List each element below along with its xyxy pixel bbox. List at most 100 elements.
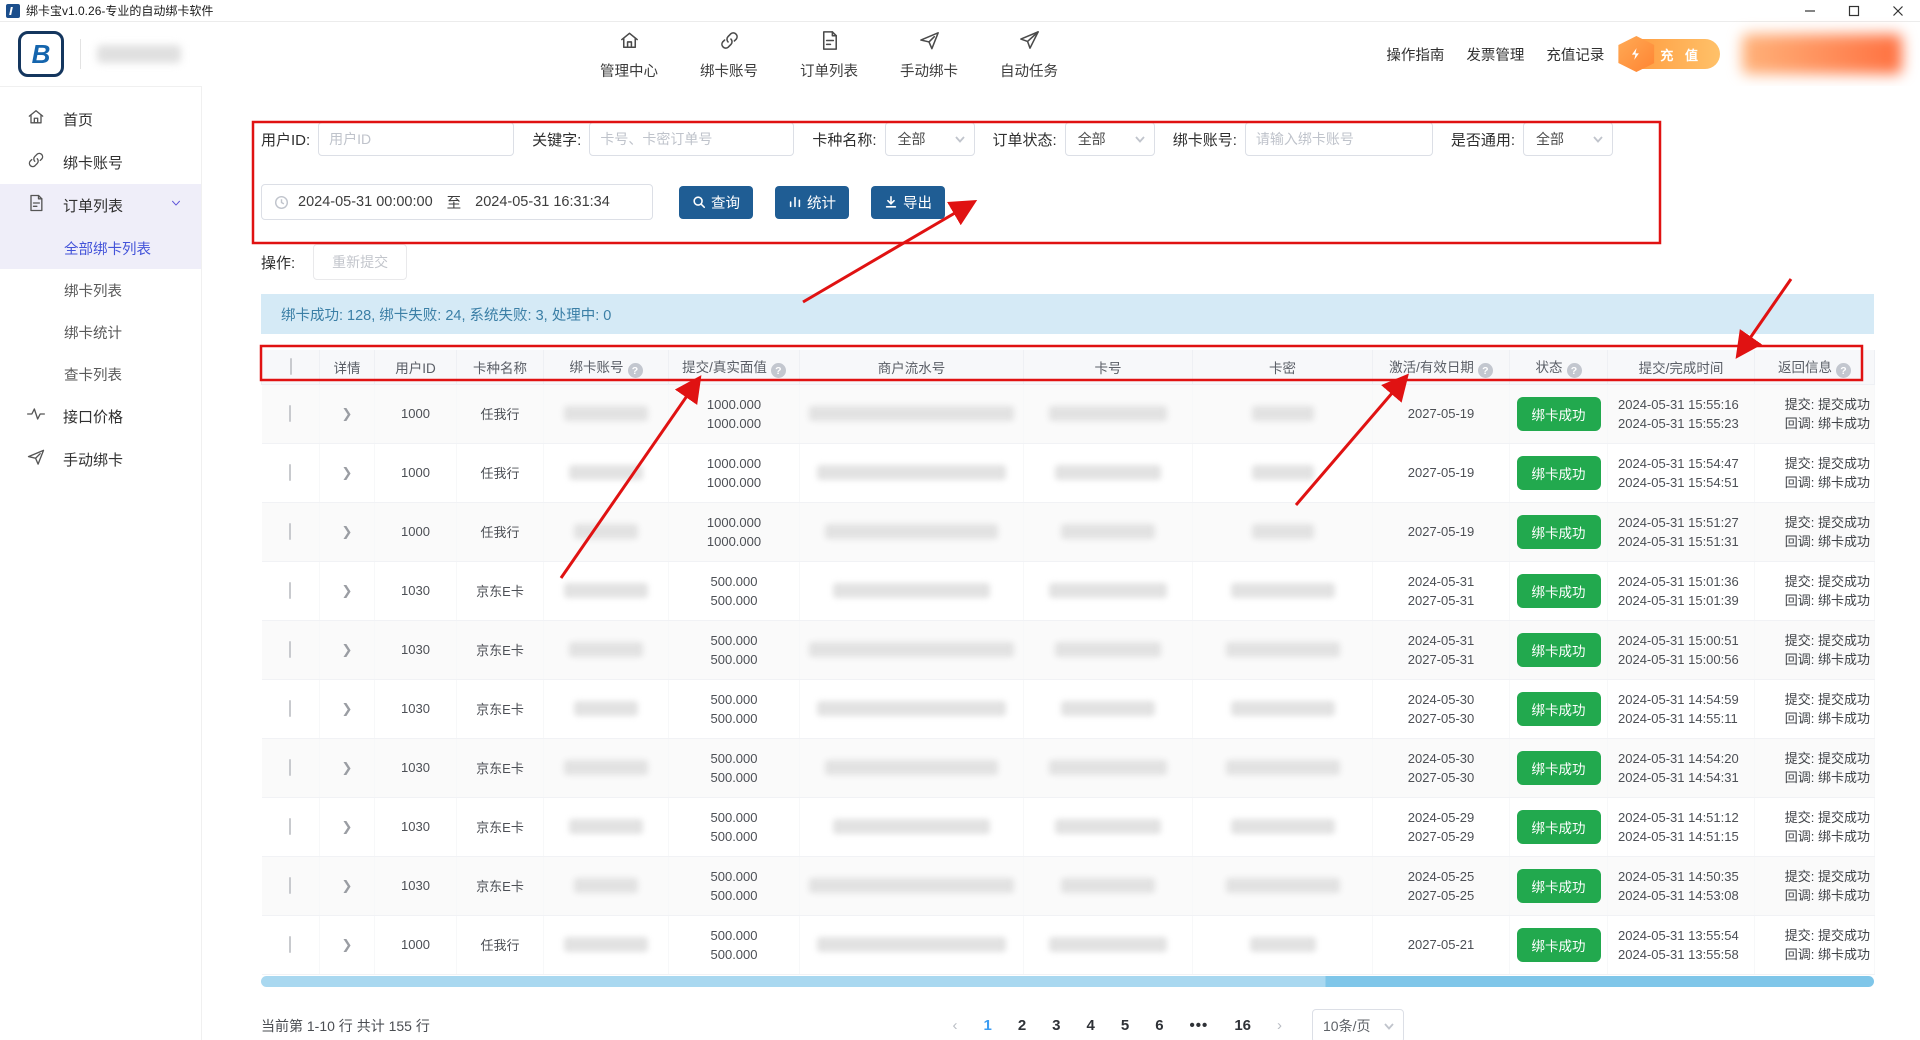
sidebar-item-sub[interactable]: 绑卡列表 [0,269,201,311]
cell-dates: 2027-05-21 [1373,915,1510,974]
redacted-value [1061,701,1155,716]
search-button[interactable]: 查询 [679,186,753,219]
sidebar-item-home[interactable]: 首页 [0,98,201,141]
row-checkbox[interactable] [289,700,291,717]
lightning-icon [1618,36,1654,72]
export-button[interactable]: 导出 [871,186,945,219]
sidebar-item-link[interactable]: 绑卡账号 [0,141,201,184]
cell-dates: 2024-05-312027-05-31 [1373,561,1510,620]
help-icon[interactable]: ? [1478,363,1493,378]
sidebar-item-pulse[interactable]: 接口价格 [0,395,201,438]
sidebar-item-sub[interactable]: 绑卡统计 [0,311,201,353]
order-status-select[interactable]: 全部 [1065,122,1155,156]
redacted-value [1231,583,1335,598]
sidebar-item-sub[interactable]: 查卡列表 [0,353,201,395]
column-header-dates: 激活/有效日期? [1373,350,1510,384]
nav-item-send[interactable]: 手动绑卡 [900,29,958,81]
cell-values: 500.000500.000 [669,856,800,915]
horizontal-scrollbar[interactable] [261,976,1874,987]
column-header-detail: 详情 [320,350,375,384]
column-header-status: 状态? [1510,350,1608,384]
header-link-0[interactable]: 操作指南 [1386,44,1444,65]
sidebar-item-send[interactable]: 手动绑卡 [0,438,201,481]
sidebar-item-active[interactable]: 全部绑卡列表 [0,227,201,269]
expand-row-button[interactable]: ❯ [342,524,353,539]
page-button-6[interactable]: 6 [1155,1017,1163,1034]
cell-times: 2024-05-31 14:54:202024-05-31 14:54:31 [1608,738,1755,797]
header-link-1[interactable]: 发票管理 [1466,44,1524,65]
nav-item-document[interactable]: 订单列表 [800,29,858,81]
user-id-input[interactable] [318,122,514,156]
page-button-1[interactable]: 1 [983,1017,991,1034]
row-checkbox[interactable] [289,936,291,953]
expand-row-button[interactable]: ❯ [342,819,353,834]
cell-result: 提交: 提交成功回调: 绑卡成功 [1755,384,1875,443]
status-badge: 绑卡成功 [1517,869,1601,903]
redacted-value [809,406,1014,421]
page-button-3[interactable]: 3 [1052,1017,1060,1034]
row-checkbox[interactable] [289,641,291,658]
page-button-2[interactable]: 2 [1018,1017,1026,1034]
close-button[interactable] [1876,0,1920,22]
prev-page-button[interactable]: ‹ [952,1017,957,1034]
header-link-2[interactable]: 充值记录 [1546,44,1604,65]
maximize-button[interactable] [1832,0,1876,22]
date-range-picker[interactable]: 2024-05-31 00:00:00 至 2024-05-31 16:31:3… [261,184,653,220]
expand-row-button[interactable]: ❯ [342,878,353,893]
next-page-button[interactable]: › [1277,1017,1282,1034]
expand-row-button[interactable]: ❯ [342,583,353,598]
column-header-card_type: 卡种名称 [457,350,544,384]
page-size-select[interactable]: 10条/页 [1312,1009,1404,1040]
nav-item-link[interactable]: 绑卡账号 [700,29,758,81]
page-button-5[interactable]: 5 [1121,1017,1129,1034]
keyword-input[interactable] [589,122,794,156]
help-icon[interactable]: ? [1836,363,1851,378]
help-icon[interactable]: ? [771,363,786,378]
row-checkbox[interactable] [289,759,291,776]
send-icon [26,447,63,472]
resubmit-button[interactable]: 重新提交 [313,244,407,280]
column-header-card_secret: 卡密 [1193,350,1373,384]
nav-item-plane[interactable]: 自动任务 [1000,29,1058,81]
select-all-checkbox[interactable] [290,358,292,375]
card-type-select[interactable]: 全部 [885,122,975,156]
expand-row-button[interactable]: ❯ [342,701,353,716]
row-checkbox[interactable] [289,582,291,599]
nav-item-home[interactable]: 管理中心 [600,29,658,81]
minimize-button[interactable] [1788,0,1832,22]
cell-result: 提交: 提交成功回调: 绑卡成功 [1755,797,1875,856]
help-icon[interactable]: ? [628,363,643,378]
expand-row-button[interactable]: ❯ [342,937,353,952]
expand-row-button[interactable]: ❯ [342,642,353,657]
keyword-label: 关键字: [532,129,581,150]
cell-dates: 2024-05-312027-05-31 [1373,620,1510,679]
cell-times: 2024-05-31 15:01:362024-05-31 15:01:39 [1608,561,1755,620]
redacted-value [1231,701,1335,716]
main-content: 用户ID: 关键字: 卡种名称: 全部 订单状态: 全部 绑卡账号: 是否通用: [202,86,1920,1040]
cell-values: 500.000500.000 [669,679,800,738]
table-row: ❯1030京东E卡500.000500.0002024-05-302027-05… [262,738,1875,797]
expand-row-button[interactable]: ❯ [342,406,353,421]
page-button-4[interactable]: 4 [1087,1017,1095,1034]
stats-button[interactable]: 统计 [775,186,849,219]
promo-button-redacted[interactable] [1742,34,1902,74]
bind-account-input[interactable] [1245,122,1433,156]
redacted-value [1049,406,1167,421]
help-icon[interactable]: ? [1567,363,1582,378]
universal-select[interactable]: 全部 [1523,122,1613,156]
expand-row-button[interactable]: ❯ [342,465,353,480]
row-checkbox[interactable] [289,523,291,540]
row-checkbox[interactable] [289,405,291,422]
cell-result: 提交: 提交成功回调: 绑卡成功 [1755,738,1875,797]
sidebar-item-document[interactable]: 订单列表 [0,184,201,227]
row-checkbox[interactable] [289,464,291,481]
row-checkbox[interactable] [289,818,291,835]
row-checkbox[interactable] [289,877,291,894]
page-button-16[interactable]: 16 [1234,1017,1251,1034]
expand-row-button[interactable]: ❯ [342,760,353,775]
window-title: 绑卡宝v1.0.26-专业的自动绑卡软件 [26,2,213,19]
pages-ellipsis[interactable]: ••• [1190,1017,1209,1034]
chevron-down-icon [1592,133,1604,145]
recharge-button[interactable]: 充 值 [1626,39,1720,69]
operation-label: 操作: [261,252,295,273]
